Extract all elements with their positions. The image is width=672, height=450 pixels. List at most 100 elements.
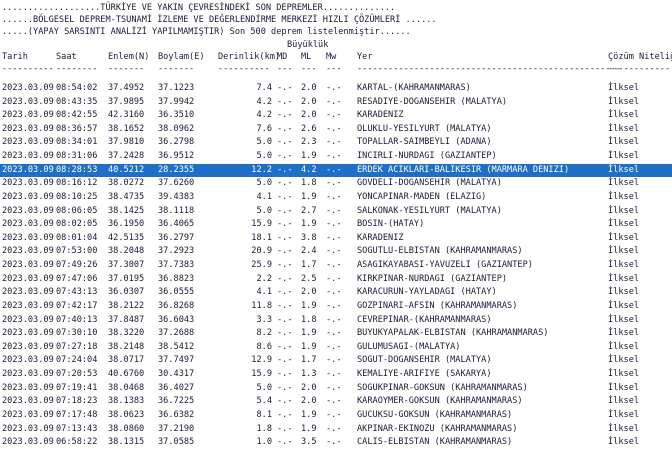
magnitude-group-label: Büyüklük (287, 40, 329, 50)
table-row[interactable]: 2023.03.09 08:02:05 36.1950 36.4065 15.9 -.- 1… (0, 218, 672, 232)
col-header-lat: Enlem(N) (108, 52, 150, 62)
cell-solution: İlksel (608, 437, 640, 448)
cell-ml: 1.9 (301, 328, 317, 339)
divider-ml: --- (301, 64, 317, 74)
cell-lat: 37.2428 (108, 151, 145, 162)
cell-date: 2023.03.09 (2, 110, 54, 121)
cell-depth: 8.6 (256, 341, 272, 352)
cell-date: 2023.03.09 (2, 219, 54, 230)
cell-date: 2023.03.09 (2, 396, 54, 407)
table-row[interactable]: 2023.03.09 07:20:53 40.6760 30.4317 15.9 -.- 1… (0, 368, 672, 382)
cell-lat: 38.1652 (108, 123, 145, 134)
cell-time: 07:20:53 (56, 369, 98, 380)
table-row[interactable]: 2023.03.09 08:10:25 38.4735 39.4383 4.1 -.- 1.… (0, 191, 672, 205)
table-row[interactable]: 2023.03.09 07:49:26 37.3007 37.7383 25.9 -.- 1… (0, 259, 672, 273)
cell-lat: 38.3220 (108, 328, 145, 339)
cell-solution: İlksel (608, 96, 640, 107)
table-row[interactable]: 2023.03.09 07:24:04 38.0717 37.7497 12.9 -.- 1… (0, 354, 672, 368)
cell-mw: -.- (326, 191, 342, 202)
cell-depth: 5.4 (256, 396, 272, 407)
table-row[interactable]: 2023.03.09 07:19:41 38.0468 36.4027 5.0 -.- 2.… (0, 382, 672, 396)
cell-mw: -.- (326, 205, 342, 216)
cell-lon: 30.4317 (158, 369, 195, 380)
cell-md: -.- (277, 314, 293, 325)
cell-solution: İlksel (608, 300, 640, 311)
cell-solution: İlksel (608, 110, 640, 121)
cell-place: OLUKLU-YESILYURT (MALATYA) (357, 123, 492, 134)
cell-place: SOGUT-DOGANSEHIR (MALATYA) (357, 355, 492, 366)
table-row[interactable]: 2023.03.09 07:30:10 38.3220 37.2688 8.2 -.- 1.… (0, 327, 672, 341)
col-header-date: Tarih (2, 52, 28, 62)
cell-place: ASAGIKAYABASI-YAVUZELI (GAZIANTEP) (357, 260, 533, 271)
table-row[interactable]: 2023.03.09 08:43:35 37.9895 37.9942 4.2 -.- 2.… (0, 96, 672, 110)
cell-depth: 11.8 (251, 300, 272, 311)
cell-depth: 4.1 (256, 287, 272, 298)
cell-solution: İlksel (608, 260, 640, 271)
cell-mw: -.- (326, 369, 342, 380)
table-row[interactable]: 2023.03.09 07:17:48 38.0623 36.6382 8.1 -.- 1.… (0, 409, 672, 423)
cell-solution: İlksel (608, 123, 640, 134)
table-row[interactable]: 2023.03.09 07:42:17 38.2122 36.8268 11.8 -.- 1… (0, 300, 672, 314)
table-row[interactable]: 2023.03.09 07:13:43 38.0860 37.2190 1.8 -.- 1.… (0, 423, 672, 437)
table-row[interactable]: 2023.03.09 08:28:53 40.5212 28.2355 12.2 -.- 4… (0, 163, 672, 178)
cell-md: -.- (277, 341, 293, 352)
cell-depth: 7.4 (256, 83, 272, 93)
cell-ml: 1.9 (301, 300, 317, 311)
cell-mw: -.- (326, 219, 342, 230)
cell-date: 2023.03.09 (2, 273, 54, 284)
cell-mw: -.- (326, 287, 342, 298)
table-row[interactable]: 2023.03.09 07:27:18 38.2148 38.5412 8.6 -.- 1.… (0, 341, 672, 355)
col-header-mw: Mw (326, 52, 337, 62)
table-row[interactable]: 2023.03.09 08:54:02 37.4952 37.1223 7.4 -.- 2.… (0, 82, 672, 96)
cell-md: -.- (277, 205, 293, 216)
table-row[interactable]: 2023.03.09 07:43:13 36.0307 36.0555 4.1 -.- 2.… (0, 286, 672, 300)
table-row[interactable]: 2023.03.09 08:34:01 37.9810 36.2798 5.0 -.- 2.… (0, 136, 672, 150)
cell-date: 2023.03.09 (2, 328, 54, 339)
cell-ml: 2.0 (301, 96, 317, 107)
cell-solution: İlksel (608, 355, 640, 366)
cell-lat: 40.5212 (108, 164, 145, 175)
cell-place: KARAOYMER-GOKSUN (KAHRAMANMARAS) (357, 396, 523, 407)
cell-ml: 2.0 (301, 396, 317, 407)
cell-md: -.- (277, 409, 293, 420)
table-row[interactable]: 2023.03.09 07:18:23 38.1383 36.7225 5.4 -.- 2.… (0, 395, 672, 409)
cell-date: 2023.03.09 (2, 355, 54, 366)
table-row[interactable]: 2023.03.09 07:47:06 37.0195 36.8823 2.2 -.- 2.… (0, 273, 672, 287)
table-row[interactable]: 2023.03.09 07:40:13 37.8487 36.6043 3.3 -.- 1.… (0, 314, 672, 328)
cell-lon: 28.2355 (158, 164, 195, 175)
cell-time: 07:30:10 (56, 328, 98, 339)
cell-time: 07:13:43 (56, 423, 98, 434)
cell-ml: 1.8 (301, 314, 317, 325)
table-row[interactable]: 2023.03.09 08:01:04 42.5135 36.2797 18.1 -.- 3… (0, 232, 672, 246)
table-row[interactable]: 2023.03.09 08:36:57 38.1652 38.0962 7.6 -.- 2.… (0, 123, 672, 137)
cell-lon: 37.9942 (158, 96, 195, 107)
cell-ml: 2.0 (301, 382, 317, 393)
cell-time: 07:43:13 (56, 287, 98, 298)
divider-mw: --- (326, 64, 342, 74)
cell-depth: 12.2 (251, 164, 272, 175)
cell-lon: 36.7225 (158, 396, 195, 407)
cell-ml: 1.3 (301, 369, 317, 380)
table-row[interactable]: 2023.03.09 08:42:55 42.3160 36.3510 4.2 -.- 2.… (0, 109, 672, 123)
cell-md: -.- (277, 137, 293, 148)
cell-lon: 37.6260 (158, 178, 195, 189)
cell-solution: İlksel (608, 369, 640, 380)
cell-depth: 5.0 (256, 205, 272, 216)
cell-lon: 36.4065 (158, 219, 195, 230)
table-row[interactable]: 2023.03.09 06:58:22 38.1315 37.0585 1.0 -.- 3.… (0, 436, 672, 450)
table-row[interactable]: 2023.03.09 07:53:00 38.2048 37.2923 20.9 -.- 2… (0, 245, 672, 259)
cell-ml: 2.6 (301, 123, 317, 134)
cell-time: 08:42:55 (56, 110, 98, 121)
cell-lat: 38.2048 (108, 246, 145, 257)
cell-date: 2023.03.09 (2, 287, 54, 298)
cell-solution: İlksel (608, 328, 640, 339)
divider-md: --- (277, 64, 293, 74)
table-row[interactable]: 2023.03.09 08:16:12 38.0272 37.6260 5.0 -.- 1.… (0, 177, 672, 191)
cell-md: -.- (277, 178, 293, 189)
table-row[interactable]: 2023.03.09 08:06:05 38.1425 38.1118 5.0 -.- 2.… (0, 205, 672, 219)
cell-solution: İlksel (608, 219, 640, 230)
table-row[interactable]: 2023.03.09 08:31:06 37.2428 36.9512 5.0 -.- 1.… (0, 150, 672, 164)
cell-lat: 37.0195 (108, 273, 145, 284)
cell-lat: 37.3007 (108, 260, 145, 271)
cell-time: 07:49:26 (56, 260, 98, 271)
